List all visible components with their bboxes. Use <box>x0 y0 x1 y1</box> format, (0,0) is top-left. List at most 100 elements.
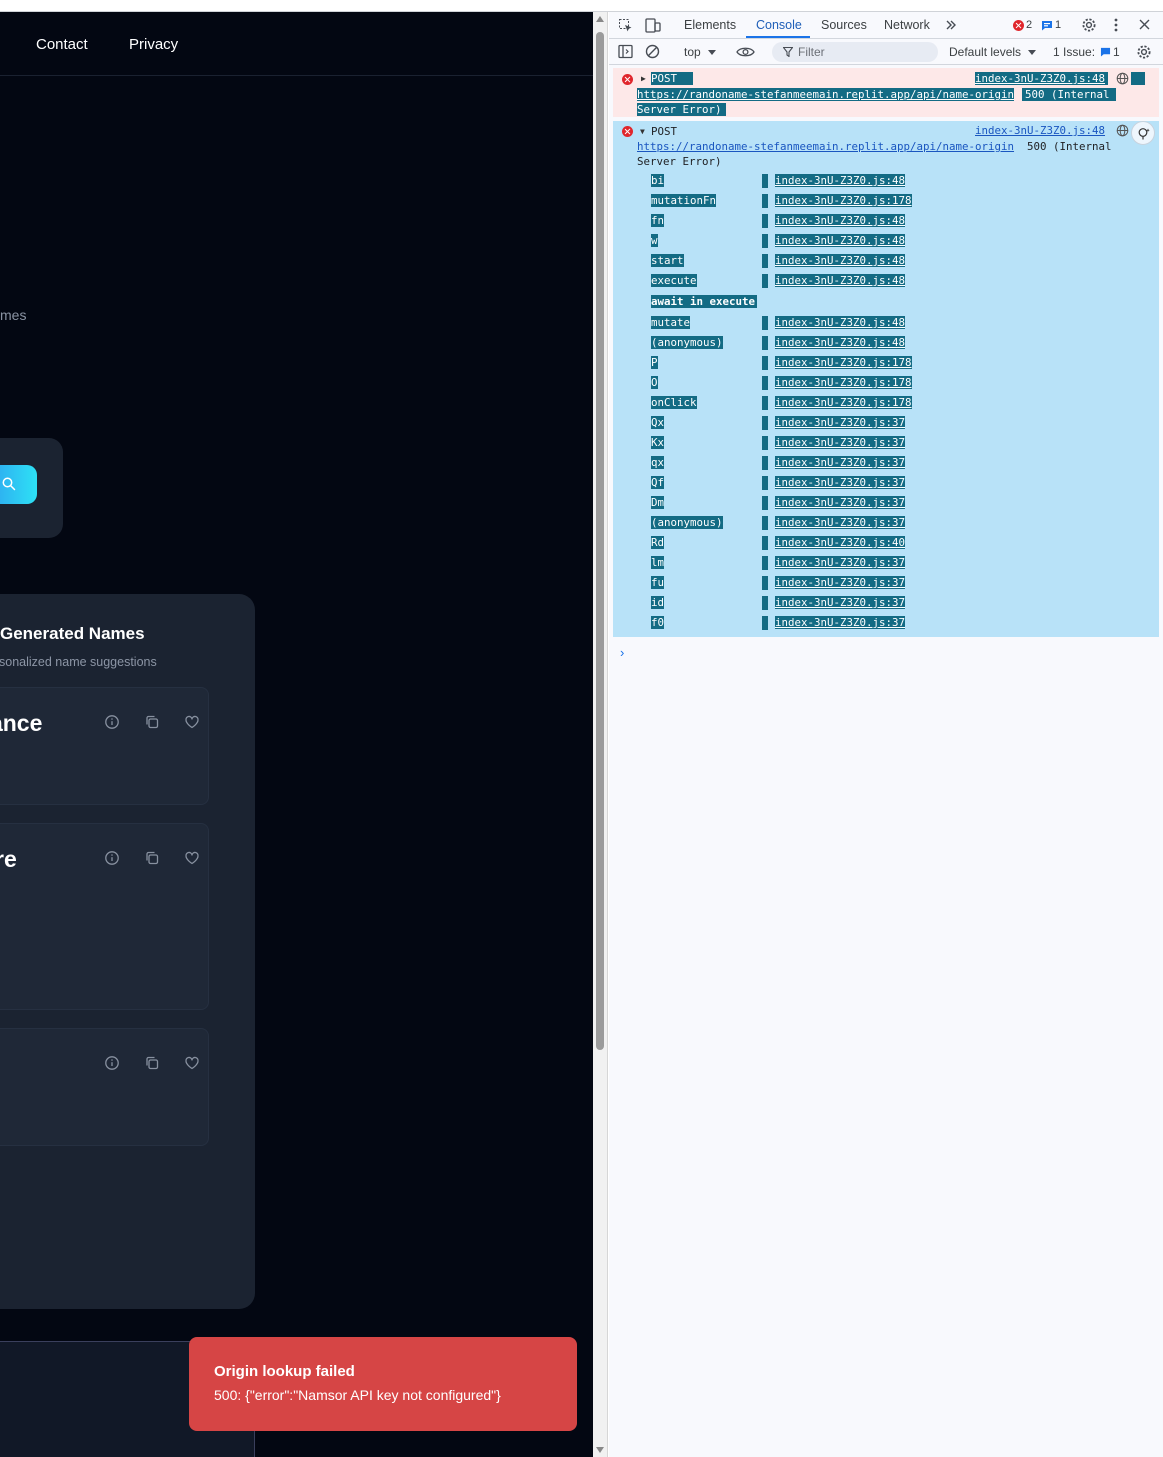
stack-frame-source-link[interactable]: index-3nU-Z3Z0.js:48 <box>775 274 906 287</box>
stack-frame-at-marker <box>762 336 768 350</box>
error-icon <box>622 74 633 85</box>
heart-icon[interactable] <box>184 1055 200 1071</box>
stack-frame-source-link[interactable]: index-3nU-Z3Z0.js:178 <box>775 396 912 409</box>
stack-frame-source-link[interactable]: index-3nU-Z3Z0.js:40 <box>775 536 906 549</box>
name-card: e <box>0 1028 209 1146</box>
stack-frame-source-link[interactable]: index-3nU-Z3Z0.js:37 <box>775 456 906 469</box>
search-button[interactable] <box>0 465 37 504</box>
filter-funnel-icon <box>783 47 793 57</box>
stack-frame-at-marker <box>762 596 768 610</box>
stack-frame-at-marker <box>762 254 768 268</box>
error-icon <box>622 126 633 137</box>
name-card-title: rance <box>0 710 43 736</box>
stack-frame-at-marker <box>762 496 768 510</box>
nav-privacy-link[interactable]: Privacy <box>129 36 178 53</box>
device-toolbar-icon[interactable] <box>645 18 661 33</box>
source-link[interactable]: index-3nU-Z3Z0.js:48 <box>975 124 1105 137</box>
settings-gear-icon[interactable] <box>1081 17 1097 33</box>
info-icon[interactable] <box>104 714 120 730</box>
scroll-up-arrow-icon[interactable] <box>596 16 604 22</box>
stack-frame-source-link[interactable]: index-3nU-Z3Z0.js:37 <box>775 416 906 429</box>
chevron-down-icon <box>708 50 716 55</box>
page-scrollbar[interactable] <box>593 12 608 1457</box>
stack-frame-source-link[interactable]: index-3nU-Z3Z0.js:48 <box>775 214 906 227</box>
inspect-element-icon[interactable] <box>618 18 633 33</box>
filter-placeholder: Filter <box>798 45 825 59</box>
stack-frame-at-marker <box>762 416 768 430</box>
console-settings-gear-icon[interactable] <box>1136 44 1152 60</box>
stack-frame-source-link[interactable]: index-3nU-Z3Z0.js:48 <box>775 234 906 247</box>
tab-network[interactable]: Network <box>884 18 930 32</box>
stack-frame-function: P <box>651 356 658 369</box>
console-error-message[interactable]: ▶ POST index-3nU-Z3Z0.js:48 https://rand… <box>613 68 1159 117</box>
stack-frame-source-link[interactable]: index-3nU-Z3Z0.js:37 <box>775 576 906 589</box>
stack-frame-function: f0 <box>651 616 665 629</box>
stack-frame-source-link[interactable]: index-3nU-Z3Z0.js:37 <box>775 616 906 629</box>
nav-contact-link[interactable]: Contact <box>36 36 88 53</box>
stack-frame-function: fu <box>651 576 665 589</box>
devtools-tab-bar: Elements Console Sources Network 2 1 <box>609 12 1163 39</box>
network-globe-icon[interactable] <box>1116 72 1129 85</box>
toast-title: Origin lookup failed <box>214 1363 355 1380</box>
stack-frame-at-marker <box>762 616 768 630</box>
status-text-cont: Server Error) <box>637 103 726 116</box>
stack-frame-at-marker <box>762 556 768 570</box>
issues-label[interactable]: 1 Issue: <box>1053 45 1095 59</box>
network-globe-icon[interactable] <box>1116 124 1129 137</box>
heart-icon[interactable] <box>184 850 200 866</box>
copy-icon[interactable] <box>144 714 160 730</box>
scroll-down-arrow-icon[interactable] <box>596 1447 604 1453</box>
status-text: 500 (Internal <box>1027 140 1112 153</box>
stack-frame-source-link[interactable]: index-3nU-Z3Z0.js:48 <box>775 316 906 329</box>
console-prompt-icon[interactable]: › <box>620 645 624 660</box>
stack-frame-source-link[interactable]: index-3nU-Z3Z0.js:178 <box>775 194 912 207</box>
stack-frame-source-link[interactable]: index-3nU-Z3Z0.js:178 <box>775 356 912 369</box>
sidebar-toggle-icon[interactable] <box>618 44 633 59</box>
stack-frame-source-link[interactable]: index-3nU-Z3Z0.js:37 <box>775 596 906 609</box>
ai-insights-button[interactable] <box>1131 121 1155 145</box>
stack-frame-at-marker <box>762 376 768 390</box>
info-icon[interactable] <box>104 850 120 866</box>
stack-frame-function: w <box>651 234 658 247</box>
stack-frame-source-link[interactable]: index-3nU-Z3Z0.js:37 <box>775 496 906 509</box>
request-url[interactable]: https://randoname-stefanmeemain.replit.a… <box>637 88 1015 101</box>
tab-console[interactable]: Console <box>756 18 802 32</box>
console-error-message-expanded[interactable]: ▼ POST index-3nU-Z3Z0.js:48 https://rand… <box>613 121 1159 637</box>
stack-frame-source-link[interactable]: index-3nU-Z3Z0.js:37 <box>775 516 906 529</box>
stack-frame-source-link[interactable]: index-3nU-Z3Z0.js:37 <box>775 476 906 489</box>
log-levels-dropdown[interactable]: Default levels <box>949 45 1021 59</box>
message-count[interactable]: 1 <box>1055 19 1061 31</box>
request-url[interactable]: https://randoname-stefanmeemain.replit.a… <box>637 140 1014 153</box>
close-devtools-icon[interactable] <box>1138 18 1151 31</box>
stack-frame-source-link[interactable]: index-3nU-Z3Z0.js:37 <box>775 436 906 449</box>
collapse-triangle-icon[interactable]: ▼ <box>640 127 645 136</box>
tab-elements[interactable]: Elements <box>684 18 736 32</box>
context-selector[interactable]: top <box>684 45 701 59</box>
stack-frame-source-link[interactable]: index-3nU-Z3Z0.js:48 <box>775 174 906 187</box>
live-expression-eye-icon[interactable] <box>736 46 755 58</box>
clear-console-icon[interactable] <box>645 44 660 59</box>
window-top-strip <box>0 0 1163 12</box>
scrollbar-thumb[interactable] <box>596 32 604 1050</box>
heart-icon[interactable] <box>184 714 200 730</box>
request-method: POST <box>651 72 694 85</box>
stack-frame-source-link[interactable]: index-3nU-Z3Z0.js:37 <box>775 556 906 569</box>
error-toast[interactable]: Origin lookup failed 500: {"error":"Nams… <box>189 1337 577 1431</box>
console-filter-input[interactable]: Filter <box>772 42 938 62</box>
stack-frame-source-link[interactable]: index-3nU-Z3Z0.js:178 <box>775 376 912 389</box>
stack-frame-function: onClick <box>651 396 697 409</box>
error-count-icon <box>1013 20 1024 31</box>
info-icon[interactable] <box>104 1055 120 1071</box>
expand-triangle-icon[interactable]: ▶ <box>641 74 646 83</box>
tab-sources[interactable]: Sources <box>821 18 867 32</box>
source-link[interactable]: index-3nU-Z3Z0.js:48 <box>975 72 1109 85</box>
error-count[interactable]: 2 <box>1026 19 1032 31</box>
stack-frame-at-marker <box>762 396 768 410</box>
stack-frame-source-link[interactable]: index-3nU-Z3Z0.js:48 <box>775 336 906 349</box>
more-options-icon[interactable] <box>1113 17 1119 33</box>
copy-icon[interactable] <box>144 1055 160 1071</box>
stack-frame-source-link[interactable]: index-3nU-Z3Z0.js:48 <box>775 254 906 267</box>
copy-icon[interactable] <box>144 850 160 866</box>
issues-count[interactable]: 1 <box>1113 45 1120 59</box>
more-tabs-icon[interactable] <box>945 19 957 31</box>
